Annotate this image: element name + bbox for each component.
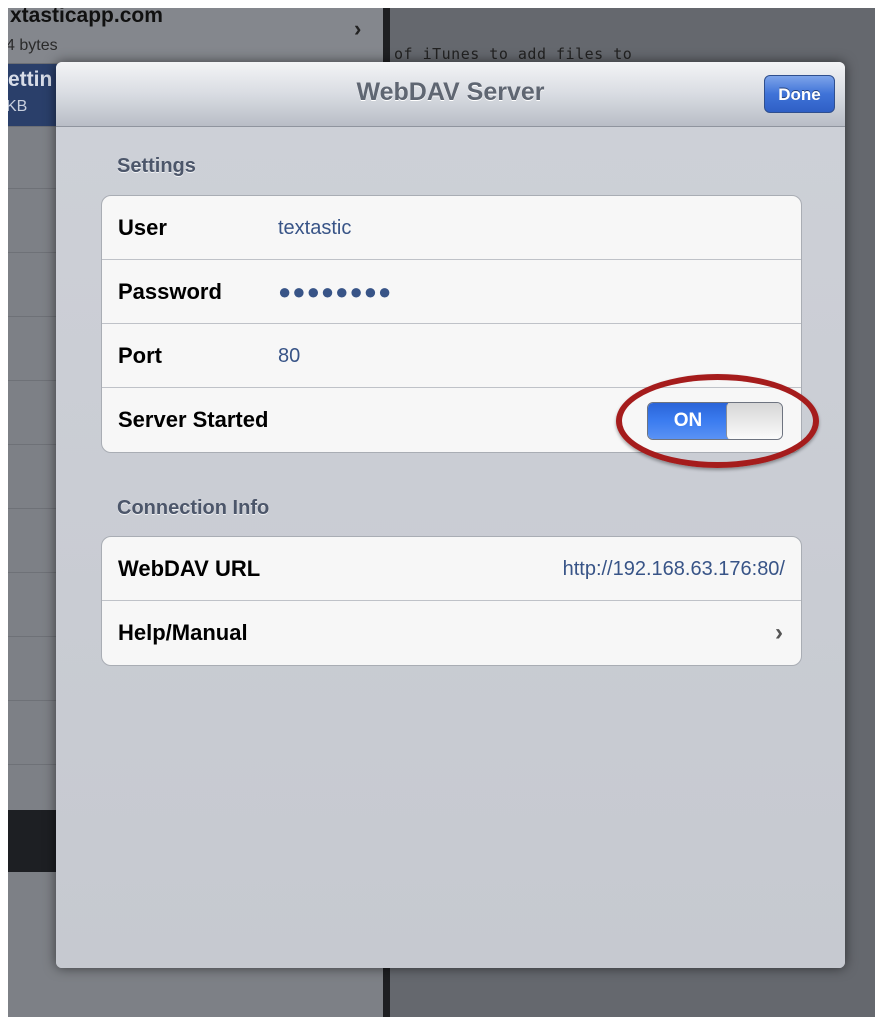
navigation-bar: WebDAV Server Done xyxy=(56,62,845,127)
user-row[interactable]: User textastic xyxy=(102,196,801,260)
webdav-url-row: WebDAV URL http://192.168.63.176:80/ xyxy=(102,537,801,601)
list-item[interactable]: xtasticapp.com 4 bytes › xyxy=(8,8,383,64)
password-row[interactable]: Password ●●●●●●●● xyxy=(102,260,801,324)
list-item-subtitle: 4 bytes xyxy=(8,37,58,54)
highlight-annotation xyxy=(616,374,819,468)
modal-title: WebDAV Server xyxy=(356,78,545,106)
port-field[interactable]: 80 xyxy=(278,324,300,388)
port-label: Port xyxy=(118,343,162,368)
modal-content: Settings User textastic Password ●●●●●●●… xyxy=(56,127,845,968)
connection-info-header: Connection Info xyxy=(117,497,270,519)
webdav-url-value: http://192.168.63.176:80/ xyxy=(562,558,785,580)
user-field[interactable]: textastic xyxy=(278,196,351,260)
editor-text: of iTunes to add files to xyxy=(394,45,633,63)
chevron-right-icon: › xyxy=(354,16,362,41)
list-item-subtitle: KB xyxy=(8,98,28,115)
webdav-server-modal: WebDAV Server Done Settings User textast… xyxy=(56,62,845,968)
list-item-title: ettin xyxy=(8,68,53,91)
list-item-title: xtasticapp.com xyxy=(10,8,163,27)
server-started-label: Server Started xyxy=(118,407,269,432)
password-label: Password xyxy=(118,279,222,304)
chevron-right-icon: › xyxy=(775,619,783,646)
help-manual-label: Help/Manual xyxy=(118,620,248,645)
help-manual-row[interactable]: Help/Manual › xyxy=(102,601,801,665)
connection-info-group: WebDAV URL http://192.168.63.176:80/ Hel… xyxy=(101,536,802,666)
webdav-url-label: WebDAV URL xyxy=(118,556,261,581)
password-field[interactable]: ●●●●●●●● xyxy=(278,260,392,324)
user-label: User xyxy=(118,215,167,240)
settings-header: Settings xyxy=(117,155,196,177)
done-button[interactable]: Done xyxy=(764,75,835,113)
